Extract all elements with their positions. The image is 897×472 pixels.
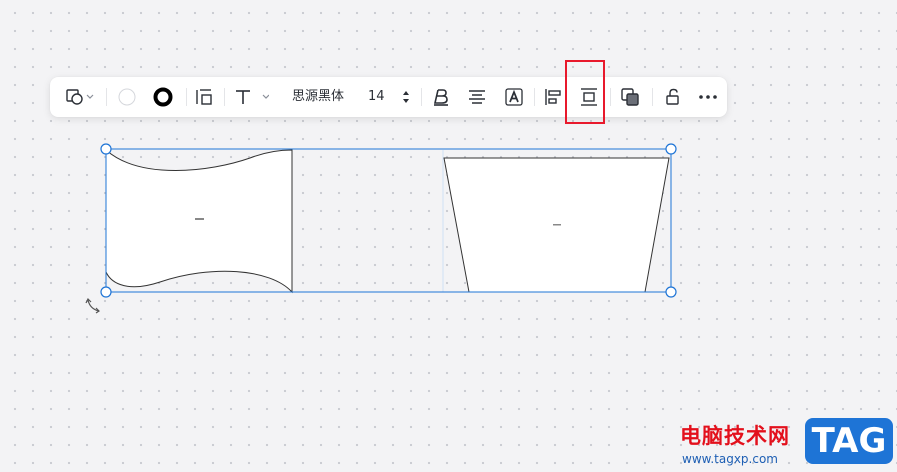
toolbar-divider — [224, 88, 225, 106]
text-position-button[interactable] — [192, 77, 216, 117]
shape-type-button[interactable] — [60, 77, 100, 117]
text-align-button[interactable] — [464, 77, 490, 117]
resize-handle-bottom-right[interactable] — [665, 286, 677, 298]
fill-color-icon — [118, 88, 136, 106]
border-style-button[interactable] — [150, 77, 176, 117]
whiteboard-canvas[interactable] — [0, 0, 897, 472]
text-icon — [236, 90, 269, 104]
shape-type-icon — [66, 89, 94, 105]
layer-order-icon — [621, 88, 639, 106]
align-left-icon — [545, 89, 561, 105]
site-watermark: 电脑技术网 www.tagxp.com TAG — [678, 418, 897, 472]
align-center-icon — [469, 90, 485, 104]
toolbar-divider — [106, 88, 107, 106]
watermark-tag-logo: TAG — [805, 418, 893, 464]
shape-toolbar: 思源黑体 14 — [50, 77, 727, 117]
toolbar-divider — [186, 88, 187, 106]
shape-text-cursor — [553, 224, 561, 226]
lock-button[interactable] — [660, 77, 686, 117]
more-icon — [699, 95, 717, 99]
bold-icon — [433, 89, 448, 106]
toolbar-divider — [610, 88, 611, 106]
fill-color-button[interactable] — [114, 77, 140, 117]
rotate-icon[interactable] — [85, 297, 100, 314]
watermark-url: www.tagxp.com — [682, 452, 778, 466]
bold-button[interactable] — [428, 77, 454, 117]
border-style-icon — [153, 87, 173, 107]
unlock-icon — [666, 88, 679, 105]
trapezoid-shape[interactable] — [443, 157, 670, 293]
text-position-icon — [196, 89, 212, 105]
text-style-button[interactable] — [230, 77, 272, 117]
watermark-site-name: 电脑技术网 — [680, 424, 790, 448]
stepper-arrows-icon — [403, 91, 409, 103]
resize-handle-bottom-left[interactable] — [100, 286, 112, 298]
layer-order-button[interactable] — [617, 77, 643, 117]
text-color-button[interactable] — [501, 77, 527, 117]
wave-flag-shape[interactable] — [105, 148, 293, 294]
resize-handle-top-left[interactable] — [100, 143, 112, 155]
toolbar-divider — [652, 88, 653, 106]
resize-handle-top-right[interactable] — [665, 143, 677, 155]
toolbar-divider — [534, 88, 535, 106]
font-size-value[interactable]: 14 — [368, 77, 385, 117]
shape-text-cursor — [195, 218, 204, 220]
highlight-box — [565, 60, 605, 124]
toolbar-divider — [421, 88, 422, 106]
more-button[interactable] — [695, 77, 721, 117]
font-family-select[interactable]: 思源黑体 — [292, 77, 344, 117]
align-left-button[interactable] — [540, 77, 566, 117]
font-size-stepper[interactable] — [398, 77, 414, 117]
text-color-icon — [505, 88, 523, 106]
